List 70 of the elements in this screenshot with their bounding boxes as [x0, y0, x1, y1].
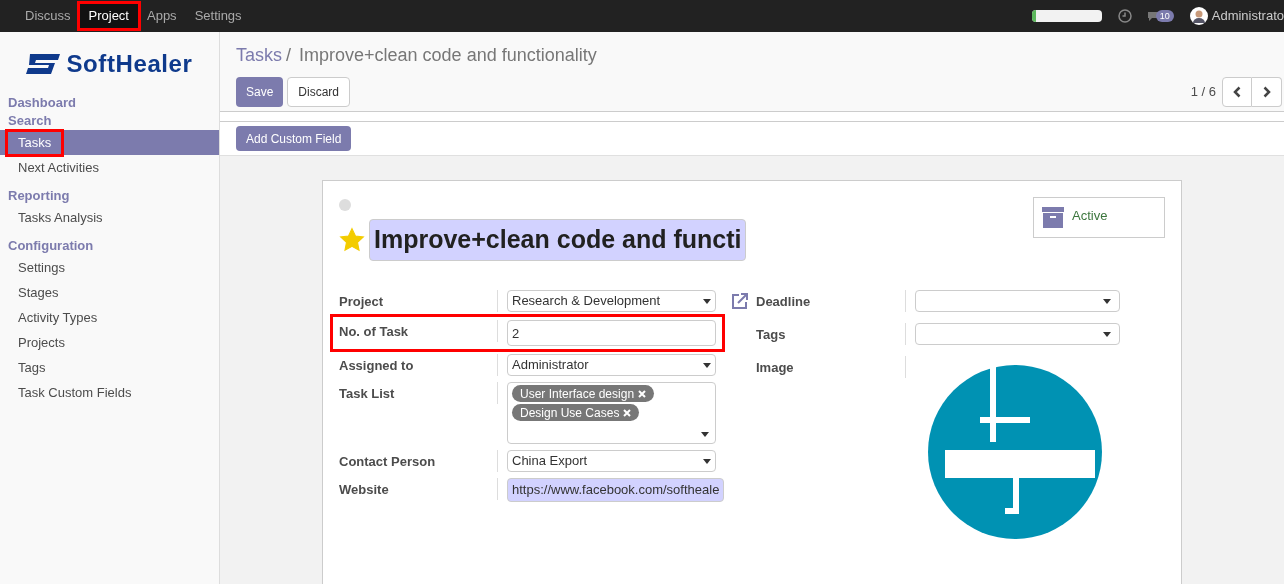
sidebar-section-title[interactable]: Configuration: [0, 237, 219, 255]
chevron-right-icon: [1262, 86, 1271, 98]
select-field[interactable]: Administrator: [507, 354, 716, 376]
caret-icon: [703, 458, 711, 464]
select-field[interactable]: Research & Development: [507, 290, 716, 312]
star-icon[interactable]: [339, 227, 365, 253]
breadcrumb-separator: /: [286, 44, 292, 67]
avatar-icon[interactable]: [1189, 7, 1208, 25]
sidebar-item[interactable]: Projects: [8, 331, 75, 354]
menu-item[interactable]: Apps: [138, 6, 186, 26]
menu-item[interactable]: Project: [79, 4, 138, 28]
breadcrumb-link[interactable]: Tasks: [236, 42, 282, 69]
external-link-icon[interactable]: [730, 291, 750, 311]
select-field[interactable]: [915, 290, 1120, 312]
input-field[interactable]: 2: [507, 320, 716, 346]
field-label: Contact Person: [339, 450, 498, 472]
field-label: Assigned to: [339, 354, 498, 376]
sidebar-section-title[interactable]: Search: [0, 112, 219, 130]
sidebar-item[interactable]: Tasks Analysis: [8, 206, 113, 229]
breadcrumb-current: Improve+clean code and functionality: [299, 44, 597, 67]
chevron-left-icon: [1233, 86, 1241, 98]
archive-icon: [1042, 206, 1064, 228]
sidebar-section-title[interactable]: Dashboard: [0, 94, 219, 112]
field-label: Tags: [756, 323, 906, 345]
menu-item[interactable]: Settings: [185, 6, 251, 26]
sidebar-item[interactable]: Task Custom Fields: [8, 381, 142, 404]
tag-chip[interactable]: Design Use Cases: [512, 404, 640, 421]
caret-icon: [1103, 298, 1111, 304]
sidebar-item[interactable]: Activity Types: [8, 306, 108, 329]
sidebar-item[interactable]: Tags: [8, 356, 56, 379]
save-button[interactable]: Save: [236, 77, 284, 107]
field-label: Project: [339, 290, 498, 312]
remove-icon[interactable]: [638, 389, 647, 398]
field-label: Website: [339, 478, 498, 500]
select-value: Research & Development: [512, 292, 661, 311]
select-field[interactable]: [915, 323, 1120, 345]
chat-icon[interactable]: [1147, 11, 1158, 21]
field-label: No. of Task: [339, 320, 498, 342]
sidebar-item[interactable]: Settings: [8, 256, 75, 279]
field-label: Image: [756, 356, 906, 378]
caret-icon: [701, 432, 709, 437]
caret-icon: [703, 362, 711, 368]
pager-value: 1 / 6: [1190, 83, 1216, 102]
sidebar-section-title[interactable]: Reporting: [0, 187, 219, 205]
select-value: Administrator: [512, 356, 589, 375]
sidebar-item[interactable]: Stages: [8, 281, 69, 304]
user-name[interactable]: Administrato: [1211, 6, 1284, 26]
select-field[interactable]: China Export: [507, 450, 716, 472]
add-custom-field-button[interactable]: Add Custom Field: [236, 126, 352, 151]
previous-button[interactable]: [1222, 77, 1252, 107]
next-button[interactable]: [1252, 77, 1282, 107]
clock-icon[interactable]: [1117, 9, 1132, 23]
tags-field[interactable]: User Interface design Design Use Cases: [507, 382, 716, 444]
caret-icon: [1103, 331, 1111, 337]
remove-icon[interactable]: [623, 408, 632, 417]
tag-chip[interactable]: User Interface design: [512, 385, 655, 402]
field-label: Deadline: [756, 290, 906, 312]
menu-item[interactable]: Discuss: [16, 6, 80, 26]
title-field[interactable]: Improve+clean code and functi: [369, 219, 747, 261]
logo-icon: [26, 54, 61, 74]
active-button[interactable]: Active: [1033, 197, 1165, 238]
caret-icon: [703, 298, 711, 304]
progress-bar: [1031, 10, 1102, 22]
discard-button[interactable]: Discard: [287, 77, 351, 107]
message-count-badge: 10: [1155, 10, 1174, 22]
sidebar-item[interactable]: Next Activities: [8, 156, 109, 179]
logo-text: SoftHealer: [66, 49, 193, 79]
url-field[interactable]: https://www.facebook.com/softheale: [507, 478, 725, 502]
field-label: Task List: [339, 382, 498, 404]
select-value: China Export: [512, 452, 588, 471]
